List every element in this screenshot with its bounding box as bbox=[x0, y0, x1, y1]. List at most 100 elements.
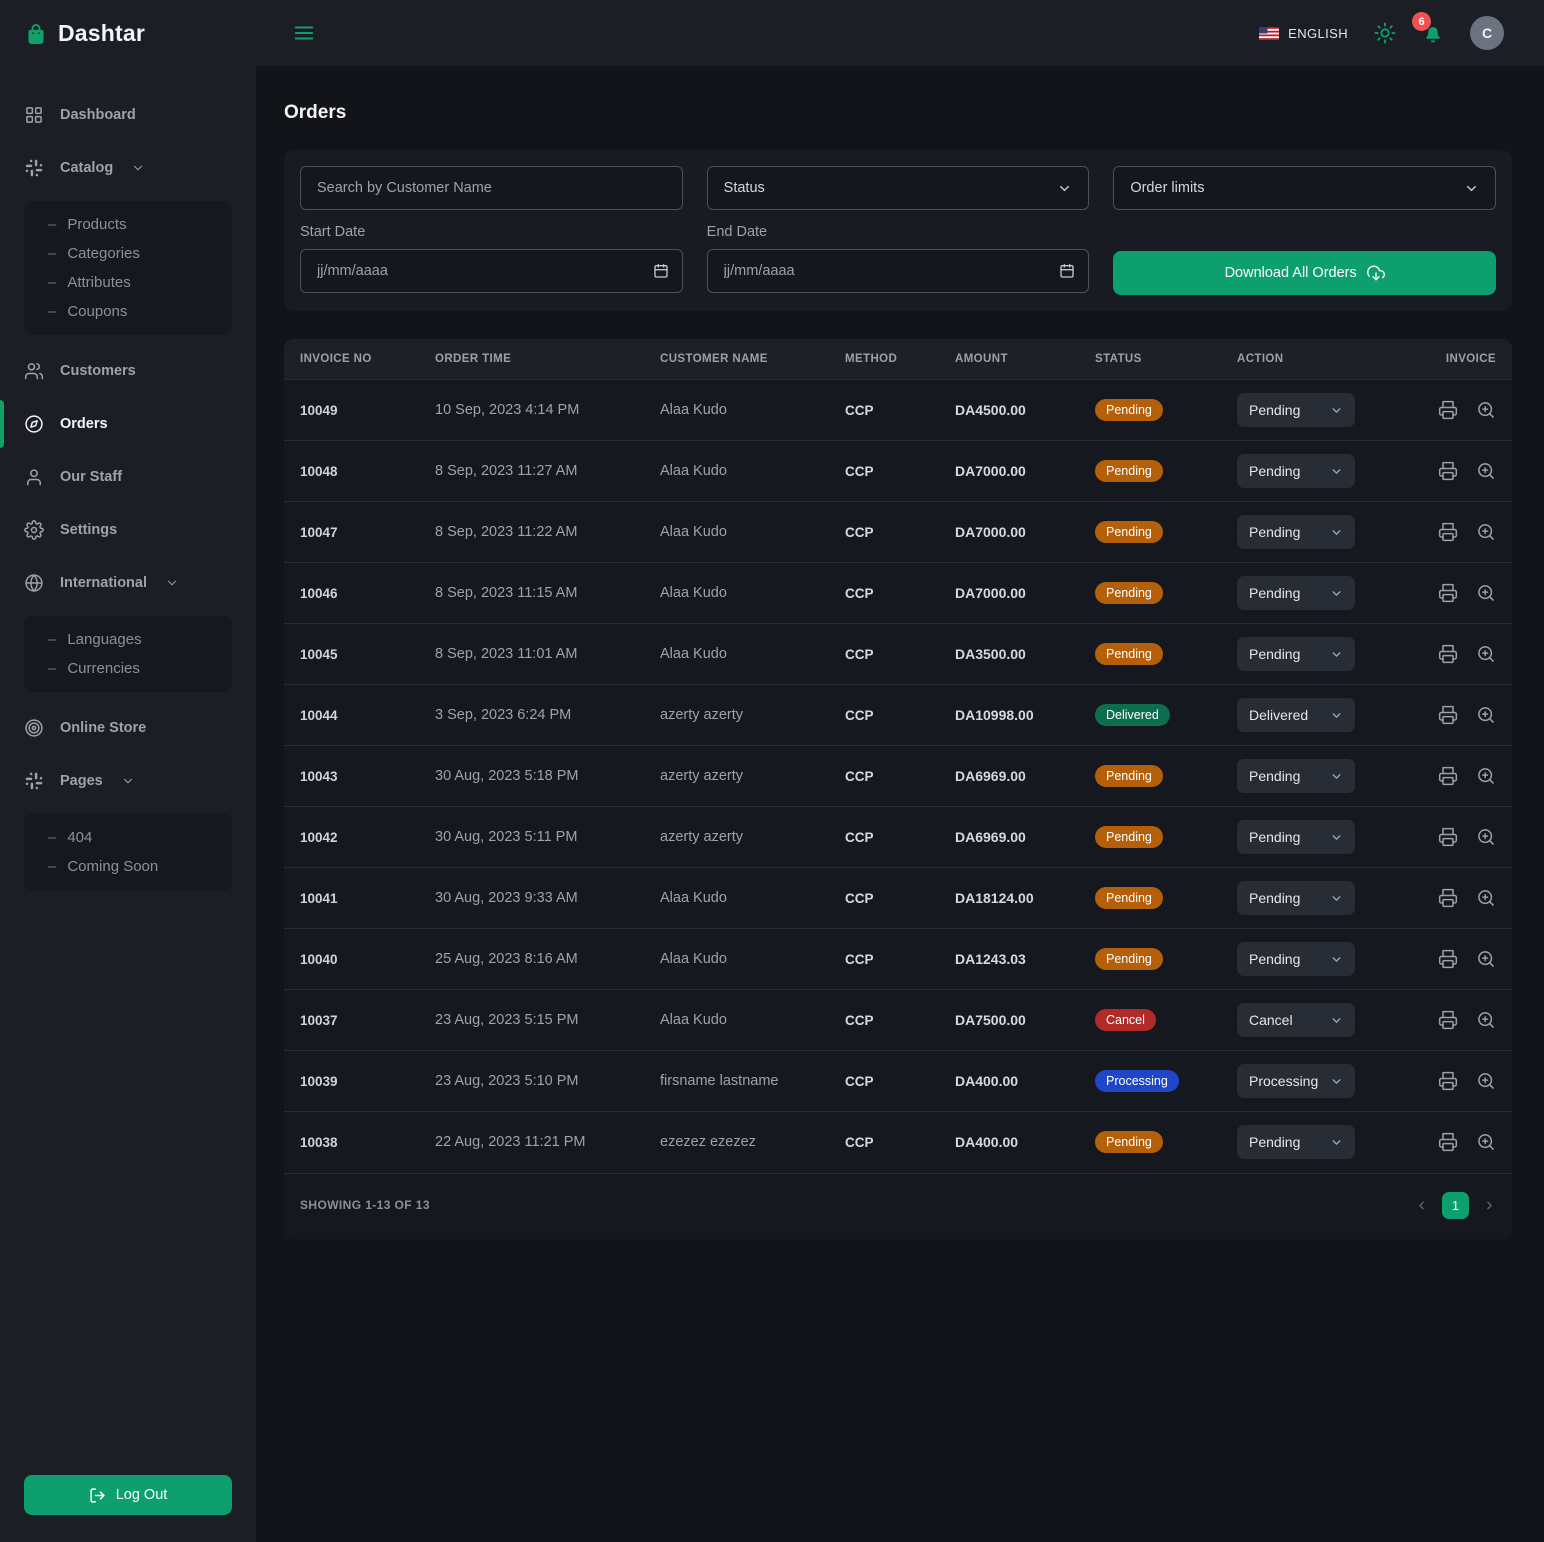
action-status-select[interactable]: Pending bbox=[1237, 881, 1355, 915]
action-status-select[interactable]: Pending bbox=[1237, 759, 1355, 793]
sidebar-item-our-staff[interactable]: Our Staff bbox=[0, 457, 256, 497]
download-all-orders-button[interactable]: Download All Orders bbox=[1113, 251, 1496, 295]
action-status-select[interactable]: Pending bbox=[1237, 515, 1355, 549]
view-invoice-button[interactable] bbox=[1476, 461, 1496, 481]
sidebar-item-customers[interactable]: Customers bbox=[0, 351, 256, 391]
sidebar-item-label: Customers bbox=[60, 363, 136, 379]
method-cell: CCP bbox=[829, 990, 939, 1051]
sidebar-item-settings[interactable]: Settings bbox=[0, 510, 256, 550]
prev-page-button[interactable] bbox=[1415, 1199, 1428, 1212]
customer-name-cell: Alaa Kudo bbox=[644, 624, 829, 685]
order-time-cell: 30 Aug, 2023 9:33 AM bbox=[419, 868, 644, 929]
view-invoice-button[interactable] bbox=[1476, 1071, 1496, 1091]
search-input[interactable] bbox=[300, 166, 683, 210]
print-invoice-button[interactable] bbox=[1438, 766, 1458, 786]
sidebar-subitem-languages[interactable]: –Languages bbox=[24, 625, 232, 654]
calendar-icon[interactable] bbox=[653, 263, 669, 279]
view-invoice-button[interactable] bbox=[1476, 400, 1496, 420]
invoice-no-cell: 10041 bbox=[284, 868, 419, 929]
action-status-select[interactable]: Pending bbox=[1237, 454, 1355, 488]
sidebar-subitem-label: Languages bbox=[67, 631, 141, 648]
method-cell: CCP bbox=[829, 1051, 939, 1112]
theme-toggle-button[interactable] bbox=[1374, 22, 1396, 44]
calendar-icon[interactable] bbox=[1059, 263, 1075, 279]
sidebar-subitem-coming-soon[interactable]: –Coming Soon bbox=[24, 852, 232, 881]
print-invoice-button[interactable] bbox=[1438, 827, 1458, 847]
action-status-select[interactable]: Pending bbox=[1237, 576, 1355, 610]
status-badge: Cancel bbox=[1095, 1009, 1156, 1031]
print-invoice-button[interactable] bbox=[1438, 949, 1458, 969]
sidebar-item-dashboard[interactable]: Dashboard bbox=[0, 95, 256, 135]
print-invoice-button[interactable] bbox=[1438, 1010, 1458, 1030]
order-limits-select[interactable]: Order limits bbox=[1113, 166, 1496, 210]
order-time-cell: 30 Aug, 2023 5:18 PM bbox=[419, 746, 644, 807]
print-invoice-button[interactable] bbox=[1438, 461, 1458, 481]
view-invoice-button[interactable] bbox=[1476, 583, 1496, 603]
print-invoice-button[interactable] bbox=[1438, 705, 1458, 725]
column-header-method: METHOD bbox=[829, 339, 939, 380]
menu-toggle-button[interactable] bbox=[293, 22, 315, 44]
action-status-select[interactable]: Processing bbox=[1237, 1064, 1355, 1098]
sidebar-item-international[interactable]: International bbox=[0, 563, 256, 603]
view-invoice-button[interactable] bbox=[1476, 522, 1496, 542]
notifications-button[interactable]: 6 bbox=[1422, 22, 1444, 44]
printer-icon bbox=[1438, 1132, 1458, 1152]
sidebar-subitem-products[interactable]: –Products bbox=[24, 210, 232, 239]
zoom-in-icon bbox=[1476, 766, 1496, 786]
invoice-no-cell: 10046 bbox=[284, 563, 419, 624]
app-logo[interactable]: Dashtar bbox=[0, 0, 256, 55]
view-invoice-button[interactable] bbox=[1476, 766, 1496, 786]
sidebar-subitem-currencies[interactable]: –Currencies bbox=[24, 654, 232, 683]
view-invoice-button[interactable] bbox=[1476, 888, 1496, 908]
sidebar-subitem-categories[interactable]: –Categories bbox=[24, 239, 232, 268]
print-invoice-button[interactable] bbox=[1438, 522, 1458, 542]
dash-icon: – bbox=[48, 631, 56, 648]
view-invoice-button[interactable] bbox=[1476, 1132, 1496, 1152]
printer-icon bbox=[1438, 888, 1458, 908]
end-date-label: End Date bbox=[707, 224, 1090, 240]
dash-icon: – bbox=[48, 858, 56, 875]
table-footer: SHOWING 1-13 OF 13 1 bbox=[284, 1173, 1512, 1239]
action-status-select[interactable]: Pending bbox=[1237, 393, 1355, 427]
action-status-select[interactable]: Delivered bbox=[1237, 698, 1355, 732]
chevron-down-icon bbox=[1330, 1075, 1343, 1088]
action-status-select[interactable]: Pending bbox=[1237, 942, 1355, 976]
view-invoice-button[interactable] bbox=[1476, 827, 1496, 847]
action-status-select[interactable]: Cancel bbox=[1237, 1003, 1355, 1037]
print-invoice-button[interactable] bbox=[1438, 888, 1458, 908]
print-invoice-button[interactable] bbox=[1438, 400, 1458, 420]
logout-button[interactable]: Log Out bbox=[24, 1475, 232, 1515]
view-invoice-button[interactable] bbox=[1476, 705, 1496, 725]
language-selector[interactable]: ENGLISH bbox=[1259, 26, 1348, 41]
view-invoice-button[interactable] bbox=[1476, 949, 1496, 969]
action-status-select[interactable]: Pending bbox=[1237, 1125, 1355, 1159]
sidebar-subitem-coupons[interactable]: –Coupons bbox=[24, 297, 232, 326]
view-invoice-button[interactable] bbox=[1476, 1010, 1496, 1030]
customer-name-cell: Alaa Kudo bbox=[644, 441, 829, 502]
next-page-button[interactable] bbox=[1483, 1199, 1496, 1212]
dash-icon: – bbox=[48, 216, 56, 233]
status-select[interactable]: Status bbox=[707, 166, 1090, 210]
orders-table-card: INVOICE NOORDER TIMECUSTOMER NAMEMETHODA… bbox=[284, 339, 1512, 1239]
end-date-input[interactable] bbox=[708, 263, 1089, 279]
print-invoice-button[interactable] bbox=[1438, 644, 1458, 664]
start-date-input[interactable] bbox=[301, 263, 682, 279]
sidebar-item-catalog[interactable]: Catalog bbox=[0, 148, 256, 188]
page-1-button[interactable]: 1 bbox=[1442, 1192, 1469, 1219]
sidebar-subitem-404[interactable]: –404 bbox=[24, 823, 232, 852]
sidebar-item-orders[interactable]: Orders bbox=[0, 404, 256, 444]
avatar[interactable]: C bbox=[1470, 16, 1504, 50]
sidebar-item-pages[interactable]: Pages bbox=[0, 761, 256, 801]
sun-icon bbox=[1374, 22, 1396, 44]
sidebar-item-online-store[interactable]: Online Store bbox=[0, 708, 256, 748]
print-invoice-button[interactable] bbox=[1438, 1071, 1458, 1091]
print-invoice-button[interactable] bbox=[1438, 583, 1458, 603]
status-badge: Pending bbox=[1095, 887, 1163, 909]
action-status-select[interactable]: Pending bbox=[1237, 637, 1355, 671]
printer-icon bbox=[1438, 705, 1458, 725]
view-invoice-button[interactable] bbox=[1476, 644, 1496, 664]
action-status-select[interactable]: Pending bbox=[1237, 820, 1355, 854]
zoom-in-icon bbox=[1476, 949, 1496, 969]
print-invoice-button[interactable] bbox=[1438, 1132, 1458, 1152]
sidebar-subitem-attributes[interactable]: –Attributes bbox=[24, 268, 232, 297]
